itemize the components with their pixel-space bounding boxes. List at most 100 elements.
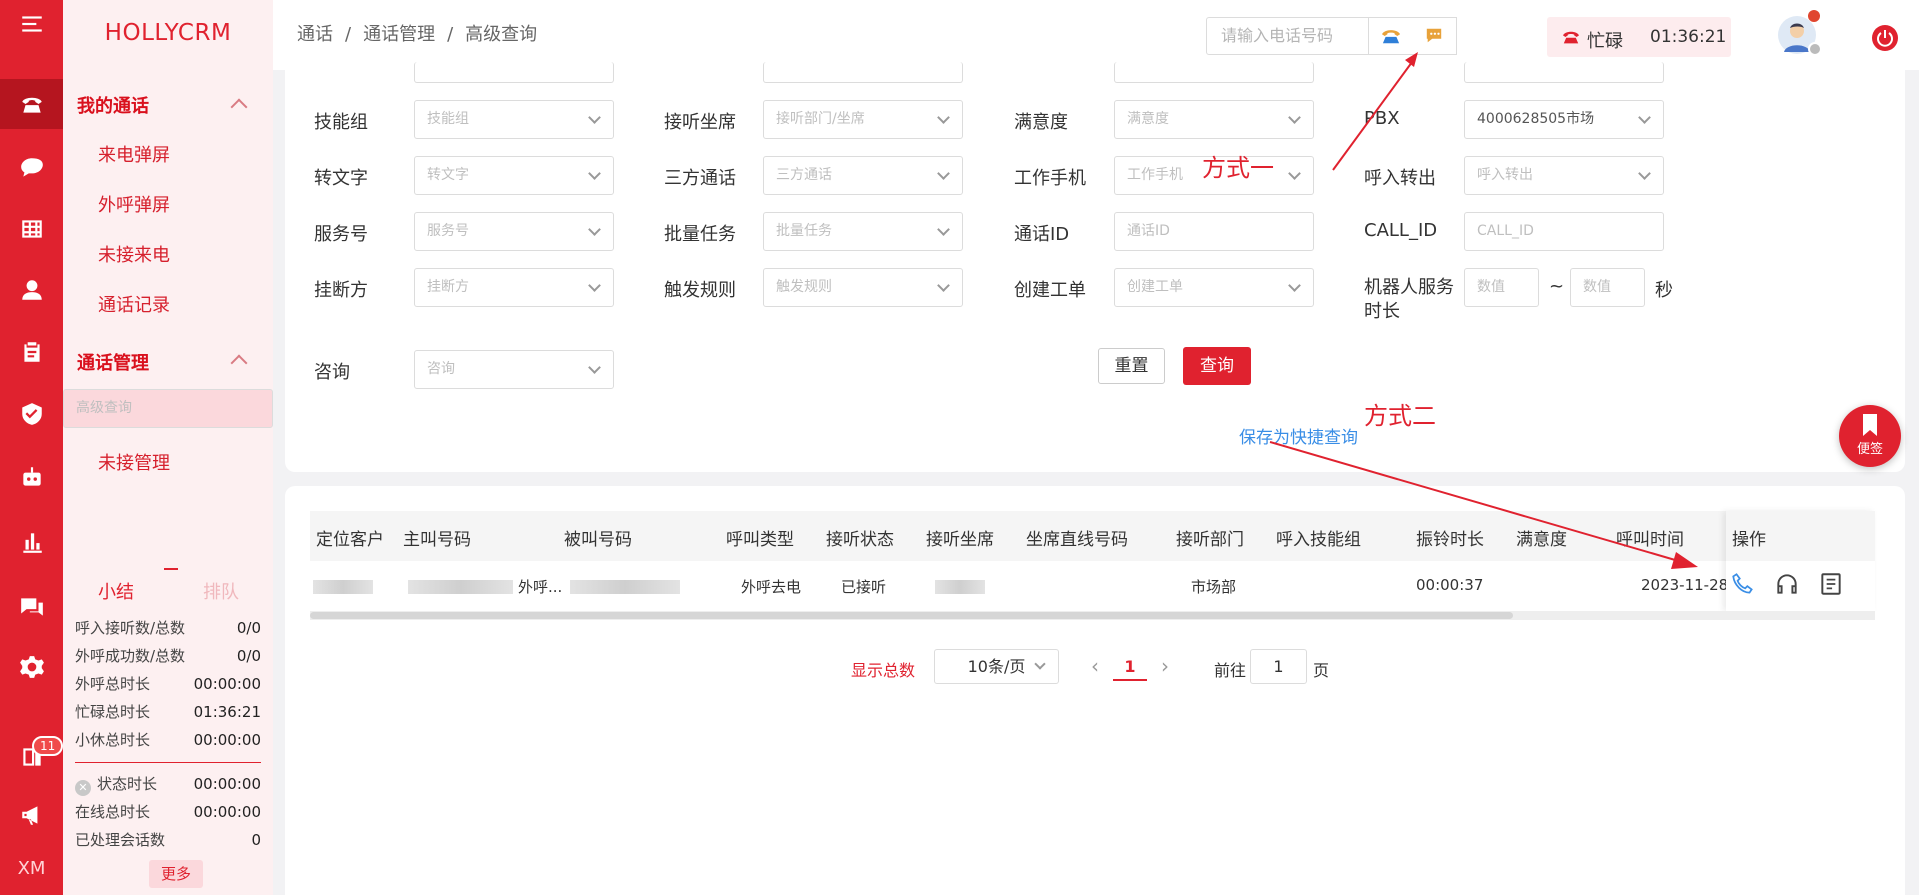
robot-duration-min[interactable]: 数值 [1464,268,1539,307]
call-type-cell: 外呼去电 [741,578,802,596]
column-header[interactable]: 呼入技能组 [1276,525,1361,550]
hangup-side-select[interactable]: 挂断方 [414,268,614,307]
scrollbar-thumb[interactable] [310,612,1513,619]
prev-page-button[interactable]: ‹ [1091,654,1099,678]
reset-button[interactable]: 重置 [1098,348,1165,384]
column-header[interactable]: 定位客户 [316,525,384,550]
grid-icon[interactable] [0,205,63,253]
chat-icon[interactable] [0,144,63,192]
create-ticket-select[interactable]: 创建工单 [1114,268,1314,307]
sidebar-group-my-calls[interactable]: 我的通话 [77,92,149,118]
call-id-input[interactable]: 通话ID [1114,212,1314,251]
next-page-button[interactable]: › [1161,654,1169,678]
tab-queue[interactable]: 排队 [203,578,239,604]
robot-duration-max[interactable]: 数值 [1570,268,1645,307]
service-number-select[interactable]: 服务号 [414,212,614,251]
consult-select[interactable]: 咨询 [414,350,614,389]
headphones-icon[interactable] [1774,571,1800,597]
dial-phone-icon[interactable] [1369,18,1413,54]
stat-label: 小休总时长 [75,731,151,749]
label-inbound-transfer: 呼入转出 [1364,168,1436,189]
three-way-select[interactable]: 三方通话 [763,156,963,195]
call-time-cell: 2023-11-28 [1641,576,1729,594]
column-header[interactable]: 呼叫时间 [1616,525,1684,550]
chevron-down-icon [1638,167,1651,180]
annotation-method-2: 方式二 [1364,402,1436,430]
call-icon[interactable] [1730,571,1756,597]
answer-agent-select[interactable]: 接听部门/坐席 [763,100,963,139]
range-separator: ~ [1549,276,1565,297]
batch-task-select[interactable]: 批量任务 [763,212,963,251]
sticky-note-label: 便签 [1856,442,1883,457]
document-icon[interactable] [1818,571,1844,597]
current-page[interactable]: 1 [1113,657,1147,681]
megaphone-icon[interactable] [0,791,63,839]
transcribe-select[interactable]: 转文字 [414,156,614,195]
stat-value: 00:00:00 [193,803,261,821]
horizontal-scrollbar[interactable] [310,611,1875,620]
inbound-transfer-select[interactable]: 呼入转出 [1464,156,1664,195]
chevron-down-icon [588,279,601,292]
column-header[interactable]: 振铃时长 [1416,525,1484,550]
seconds-unit: 秒 [1655,280,1673,301]
bar-chart-icon[interactable] [0,518,63,566]
column-header[interactable]: 满意度 [1516,525,1567,550]
shield-icon[interactable] [0,390,63,438]
sidebar-item-outbound-popup[interactable]: 外呼弹屏 [63,181,273,231]
sidebar-item-missed-management[interactable]: 未接管理 [63,439,273,489]
sidebar-group-call-management[interactable]: 通话管理 [77,349,149,375]
stat-value: 00:00:00 [193,775,261,793]
chevron-down-icon [937,111,950,124]
column-header[interactable]: 主叫号码 [403,525,471,550]
robot-icon[interactable] [0,453,63,501]
more-button[interactable]: 更多 [149,860,203,888]
pbx-select[interactable]: 4000628505市场 [1464,100,1664,139]
sidebar-item-missed-calls[interactable]: 未接来电 [63,231,273,281]
menu-icon[interactable] [0,0,63,48]
xm-label[interactable]: XM [0,858,63,879]
goto-page-input[interactable]: 1 [1250,649,1307,684]
tab-summary[interactable]: 小结 [98,578,134,604]
filter-select-cut[interactable] [414,62,614,83]
chat-bubble-icon[interactable] [1413,18,1457,54]
trigger-rule-select[interactable]: 触发规则 [763,268,963,307]
chevron-up-icon[interactable] [230,354,248,372]
column-header[interactable]: 坐席直线号码 [1026,525,1128,550]
clipboard-icon[interactable] [0,328,63,376]
sidebar-item-call-records[interactable]: 通话记录 [63,281,273,331]
gear-icon[interactable] [0,643,63,691]
column-header[interactable]: 接听状态 [826,525,894,550]
sidebar-item-advanced-query[interactable]: 高级查询 [63,389,273,428]
column-header[interactable]: 被叫号码 [564,525,632,550]
column-header[interactable]: 接听坐席 [926,525,994,550]
column-header[interactable]: 接听部门 [1176,525,1244,550]
sticky-note-button[interactable]: 便签 [1839,405,1901,467]
agent-status[interactable]: 忙碌 01:36:21 [1547,17,1731,57]
results-panel: 定位客户 主叫号码 被叫号码 呼叫类型 接听状态 接听坐席 坐席直线号码 接听部… [285,486,1905,895]
blurred-callee [570,580,680,594]
chevron-up-icon[interactable] [230,98,248,116]
skill-group-select[interactable]: 技能组 [414,100,614,139]
message-icon[interactable] [0,583,63,631]
avatar[interactable] [1778,10,1822,56]
filter-select-cut[interactable] [1114,62,1314,83]
dept-cell: 市场部 [1191,578,1237,596]
sidebar-item-incoming-popup[interactable]: 来电弹屏 [63,131,273,181]
clear-icon[interactable]: ✕ [75,780,91,796]
breadcrumb-item[interactable]: 通话 [297,24,333,45]
power-icon[interactable] [1872,25,1898,51]
filter-select-cut[interactable] [763,62,963,83]
call-id-2-input[interactable]: CALL_ID [1464,212,1664,251]
filter-select-cut[interactable] [1464,62,1664,83]
chevron-down-icon [1288,111,1301,124]
query-button[interactable]: 查询 [1183,347,1251,385]
breadcrumb-item[interactable]: 通话管理 [363,24,435,45]
phone-number-input[interactable]: 请输入电话号码 [1206,17,1369,55]
phone-icon[interactable] [0,79,63,129]
sidebar: HOLLYCRM 我的通话 来电弹屏 外呼弹屏 未接来电 通话记录 通话管理 高… [63,0,273,895]
user-icon[interactable] [0,266,63,314]
satisfaction-select[interactable]: 满意度 [1114,100,1314,139]
save-quick-query-link[interactable]: 保存为快捷查询 [1239,423,1358,448]
page-size-select[interactable]: 10条/页 [934,649,1059,684]
column-header[interactable]: 呼叫类型 [726,525,794,550]
